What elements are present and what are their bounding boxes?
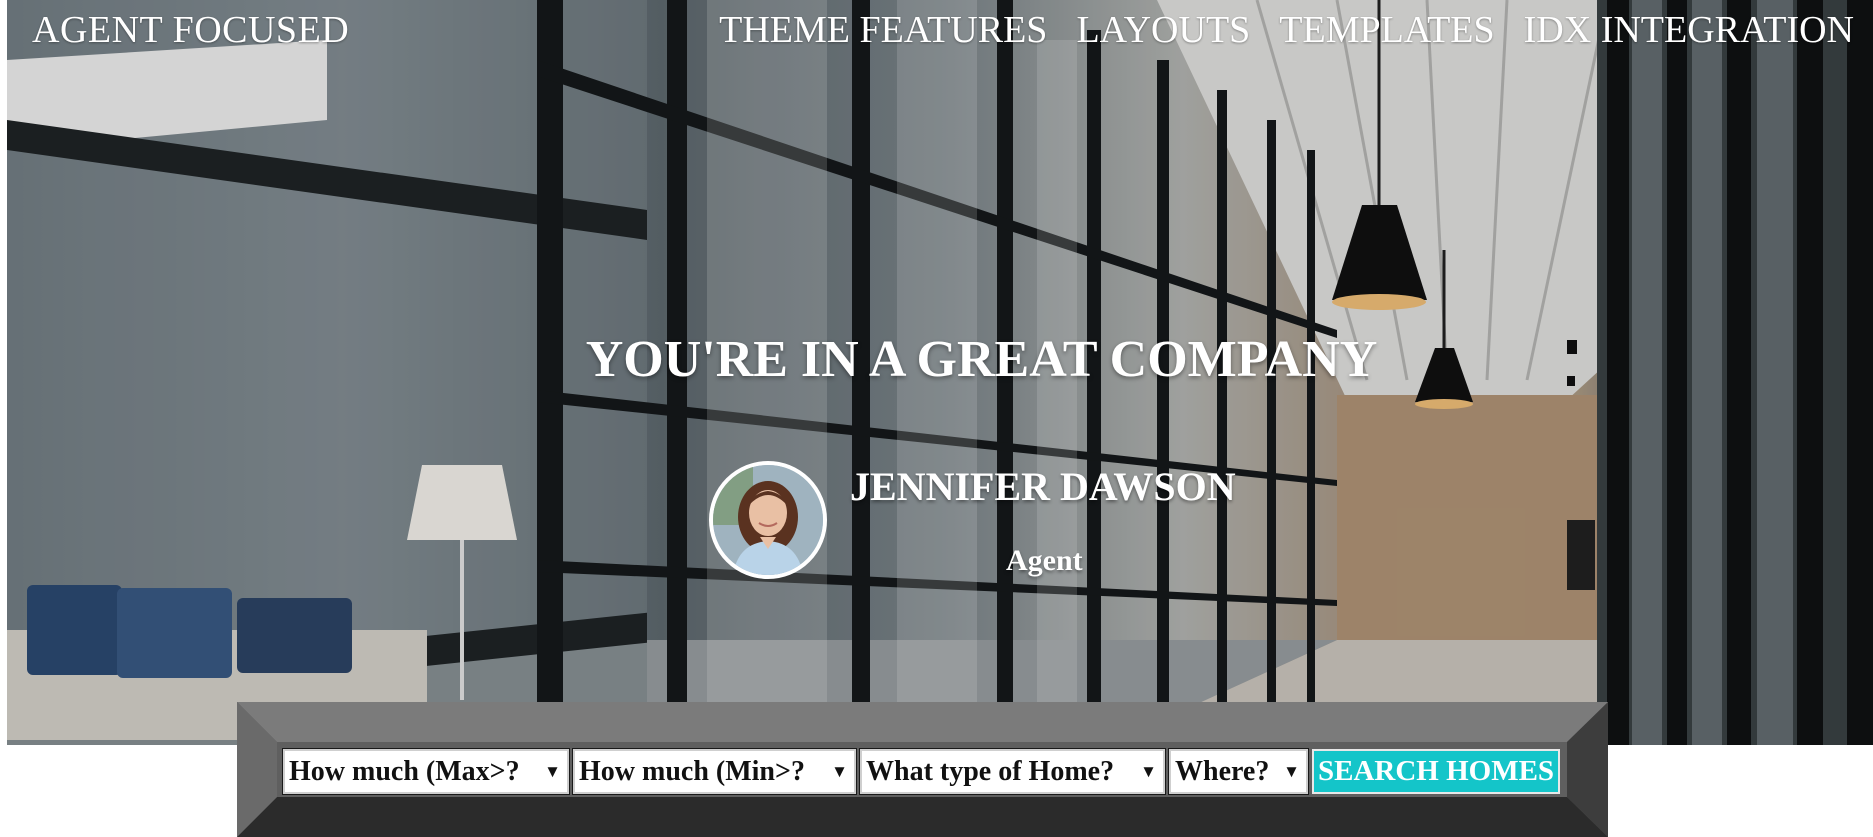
location-select[interactable]: Where? ▼ xyxy=(1168,748,1309,795)
chevron-down-icon: ▼ xyxy=(831,761,848,781)
nav-theme-features[interactable]: THEME FEATURES xyxy=(719,8,1047,52)
brand-logo-text[interactable]: AGENT FOCUSED xyxy=(32,8,349,52)
nav-idx-integration[interactable]: IDX INTEGRATION xyxy=(1524,8,1854,52)
hero-headline: YOU'RE IN A GREAT COMPANY xyxy=(585,331,1378,388)
max-price-select[interactable]: How much (Max>? ▼ xyxy=(282,748,570,795)
chevron-down-icon: ▼ xyxy=(1283,761,1300,781)
agent-name: JENNIFER DAWSON xyxy=(850,464,1236,509)
chevron-down-icon: ▼ xyxy=(544,761,561,781)
agent-avatar xyxy=(709,461,827,579)
search-form: How much (Max>? ▼ How much (Min>? ▼ What… xyxy=(282,748,1561,795)
max-price-value: How much (Max>? xyxy=(289,755,520,787)
agent-portrait-image xyxy=(713,465,823,575)
nav-templates[interactable]: TEMPLATES xyxy=(1279,8,1494,52)
chevron-down-icon: ▼ xyxy=(1140,761,1157,781)
home-search-panel: How much (Max>? ▼ How much (Min>? ▼ What… xyxy=(237,702,1608,837)
min-price-value: How much (Min>? xyxy=(579,755,805,787)
min-price-select[interactable]: How much (Min>? ▼ xyxy=(572,748,857,795)
location-value: Where? xyxy=(1175,755,1270,787)
home-type-value: What type of Home? xyxy=(866,755,1115,787)
nav-layouts[interactable]: LAYOUTS xyxy=(1076,8,1250,52)
main-navigation: THEME FEATURES LAYOUTS TEMPLATES IDX INT… xyxy=(719,8,1854,52)
search-homes-button[interactable]: SEARCH HOMES xyxy=(1312,749,1561,794)
agent-role: Agent xyxy=(1006,544,1083,577)
home-type-select[interactable]: What type of Home? ▼ xyxy=(859,748,1166,795)
